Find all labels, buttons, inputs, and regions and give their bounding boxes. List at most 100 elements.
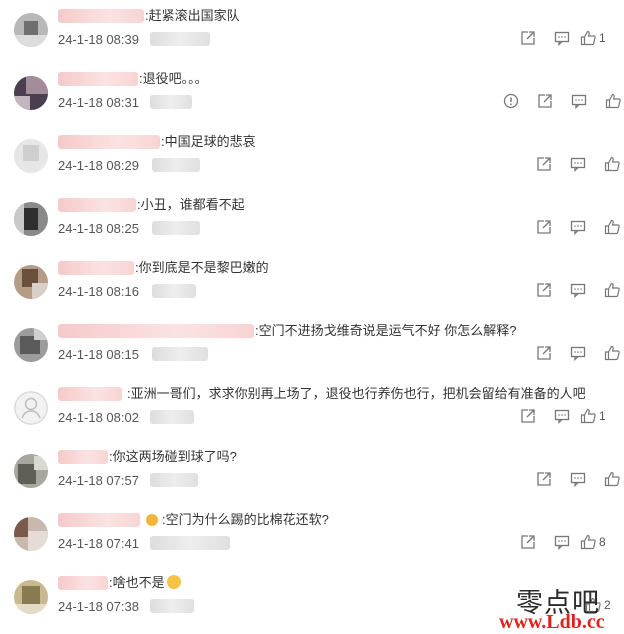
- location-text: [150, 32, 210, 46]
- username[interactable]: [58, 261, 134, 275]
- comment-text: :赶紧滚出国家队: [145, 8, 240, 23]
- like-count: 2: [604, 598, 611, 612]
- comment-time: 24-1-18 08:02: [58, 410, 139, 425]
- like-icon[interactable]: [604, 345, 620, 361]
- comment-time: 24-1-18 08:31: [58, 95, 139, 110]
- like-count: 1: [599, 409, 606, 423]
- reply-icon[interactable]: [554, 30, 570, 46]
- share-icon[interactable]: [536, 345, 552, 361]
- crying-emoji-icon: [166, 575, 181, 589]
- comment-item: :中国足球的悲哀 24-1-18 08:29: [0, 126, 624, 189]
- comment-item: :退役吧。。。 24-1-18 08:31: [0, 63, 624, 126]
- default-avatar-icon: [14, 391, 48, 425]
- avatar[interactable]: [14, 202, 48, 236]
- like-icon[interactable]: [580, 30, 596, 46]
- share-icon[interactable]: [520, 30, 536, 46]
- comment-time: 24-1-18 08:16: [58, 284, 139, 299]
- location-text: [150, 599, 194, 613]
- crown-badge-icon: [146, 514, 158, 526]
- comment-time: 24-1-18 07:57: [58, 473, 139, 488]
- actions: [536, 154, 620, 174]
- like-icon[interactable]: [604, 282, 620, 298]
- avatar[interactable]: [14, 139, 48, 173]
- avatar[interactable]: [14, 580, 48, 614]
- comment-text: :啥也不是: [109, 574, 181, 592]
- avatar[interactable]: [14, 265, 48, 299]
- avatar[interactable]: [14, 76, 48, 110]
- comment-time: 24-1-18 08:25: [58, 221, 139, 236]
- actions: 8: [520, 532, 606, 552]
- reply-icon[interactable]: [570, 282, 586, 298]
- share-icon[interactable]: [536, 471, 552, 487]
- like-icon[interactable]: [604, 219, 620, 235]
- comment-text: :小丑，谁都看不起: [137, 197, 245, 212]
- comment-text: :你到底是不是黎巴嫩的: [135, 260, 269, 275]
- comment-time: 24-1-18 07:41: [58, 536, 139, 551]
- comment-item: :赶紧滚出国家队 24-1-18 08:39 1: [0, 0, 624, 63]
- like-count: 8: [599, 535, 606, 549]
- actions: 1: [520, 28, 606, 48]
- share-icon[interactable]: [520, 534, 536, 550]
- avatar[interactable]: [14, 517, 48, 551]
- like-count: 1: [599, 31, 606, 45]
- comment-text: :空门为什么踢的比棉花还软?: [162, 512, 329, 527]
- username[interactable]: [58, 198, 136, 212]
- location-text: [150, 473, 198, 487]
- comment-time: 24-1-18 08:39: [58, 32, 139, 47]
- comment-time: 24-1-18 08:29: [58, 158, 139, 173]
- like-icon[interactable]: [580, 534, 596, 550]
- comment-text: :中国足球的悲哀: [161, 134, 256, 149]
- avatar[interactable]: [14, 391, 48, 425]
- comment-item: :空门不进扬戈维奇说是运气不好 你怎么解释? 24-1-18 08:15: [0, 315, 624, 378]
- location-text: [152, 284, 196, 298]
- like-icon[interactable]: [604, 471, 620, 487]
- like-icon[interactable]: [580, 408, 596, 424]
- reply-icon[interactable]: [570, 471, 586, 487]
- share-icon[interactable]: [520, 408, 536, 424]
- avatar[interactable]: [14, 454, 48, 488]
- report-icon[interactable]: [503, 93, 519, 109]
- comment-item: :空门为什么踢的比棉花还软? 24-1-18 07:41 8: [0, 504, 624, 567]
- username[interactable]: [58, 9, 144, 23]
- location-text: [150, 410, 194, 424]
- comment-text: :亚洲一哥们，求求你别再上场了，退役也行养伤也行，把机会留给有准备的人吧: [127, 386, 586, 401]
- username[interactable]: [58, 513, 140, 527]
- comment-time: 24-1-18 08:15: [58, 347, 139, 362]
- reply-icon[interactable]: [570, 345, 586, 361]
- actions: [536, 343, 620, 363]
- username[interactable]: [58, 135, 160, 149]
- reply-icon[interactable]: [570, 156, 586, 172]
- comment-text: :空门不进扬戈维奇说是运气不好 你怎么解释?: [255, 323, 517, 338]
- share-icon[interactable]: [536, 156, 552, 172]
- actions: [503, 91, 621, 111]
- reply-icon[interactable]: [570, 219, 586, 235]
- username[interactable]: [58, 450, 108, 464]
- username[interactable]: [58, 576, 108, 590]
- actions: [536, 280, 620, 300]
- username[interactable]: [58, 387, 122, 401]
- comment-item: :你这两场碰到球了吗? 24-1-18 07:57: [0, 441, 624, 504]
- username[interactable]: [58, 72, 138, 86]
- location-text: [152, 347, 208, 361]
- location-text: [152, 158, 200, 172]
- share-icon[interactable]: [536, 219, 552, 235]
- comment-item: :亚洲一哥们，求求你别再上场了，退役也行养伤也行，把机会留给有准备的人吧 24-…: [0, 378, 624, 441]
- avatar[interactable]: [14, 328, 48, 362]
- like-icon[interactable]: [605, 93, 621, 109]
- reply-icon[interactable]: [571, 93, 587, 109]
- avatar[interactable]: [14, 13, 48, 47]
- comment-time: 24-1-18 07:38: [58, 599, 139, 614]
- username[interactable]: [58, 324, 254, 338]
- reply-icon[interactable]: [554, 534, 570, 550]
- share-icon[interactable]: [536, 282, 552, 298]
- share-icon[interactable]: [537, 93, 553, 109]
- comment-text: :退役吧。。。: [139, 71, 208, 86]
- comment-text: :你这两场碰到球了吗?: [109, 449, 237, 464]
- location-text: [150, 95, 192, 109]
- location-text: [150, 536, 230, 550]
- actions: [536, 469, 620, 489]
- actions: 1: [520, 406, 606, 426]
- like-icon[interactable]: [604, 156, 620, 172]
- reply-icon[interactable]: [554, 408, 570, 424]
- comment-item: :你到底是不是黎巴嫩的 24-1-18 08:16: [0, 252, 624, 315]
